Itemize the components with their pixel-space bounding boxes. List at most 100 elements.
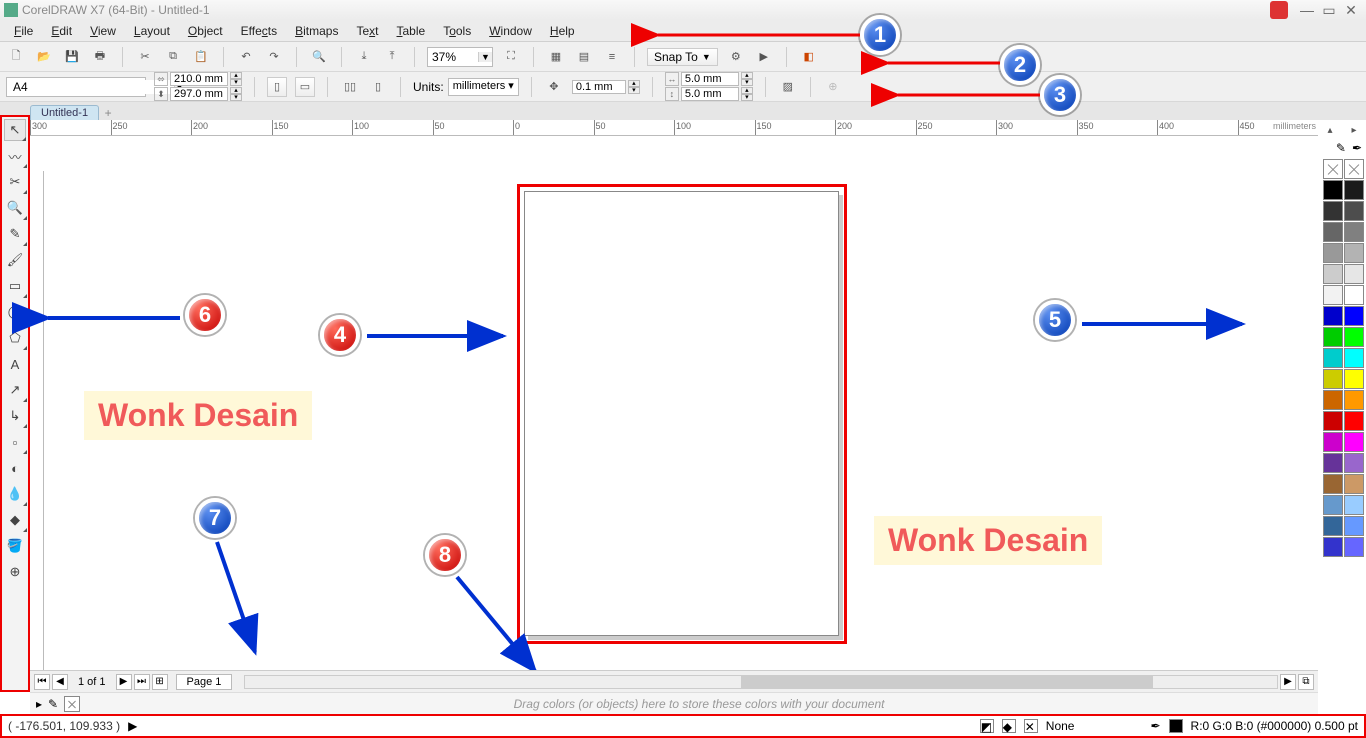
fullscreen-icon[interactable]: ⛶ xyxy=(501,47,521,67)
color-swatch[interactable] xyxy=(1323,474,1343,494)
add-document-icon[interactable]: + xyxy=(99,106,117,120)
palette-flyout-icon[interactable]: ▸ xyxy=(1342,125,1366,139)
all-pages-icon[interactable]: ▯▯ xyxy=(340,77,360,97)
color-swatch[interactable] xyxy=(1323,495,1343,515)
ellipse-tool[interactable]: ◯ xyxy=(4,301,26,323)
color-swatch[interactable] xyxy=(1344,222,1364,242)
search-icon[interactable]: 🔍 xyxy=(309,47,329,67)
color-swatch[interactable] xyxy=(1323,285,1343,305)
color-swatch[interactable] xyxy=(1323,516,1343,536)
smart-fill-tool[interactable]: 🪣 xyxy=(4,535,26,557)
color-swatch[interactable] xyxy=(1344,516,1364,536)
color-swatch[interactable] xyxy=(1344,243,1364,263)
drawing-page[interactable] xyxy=(524,191,839,636)
page-tab[interactable]: Page 1 xyxy=(176,674,233,690)
first-page-icon[interactable]: ⏮ xyxy=(34,674,50,690)
menu-window[interactable]: Window xyxy=(481,22,540,40)
outline-color-swatch[interactable] xyxy=(1169,719,1183,733)
artistic-media-tool[interactable]: 🖌 xyxy=(4,249,26,271)
text-tool[interactable]: A xyxy=(4,353,26,375)
no-color-swatch[interactable] xyxy=(1323,159,1343,179)
transparency-tool[interactable]: ◐ xyxy=(4,457,26,479)
interactive-fill-tool[interactable]: ◆ xyxy=(4,509,26,531)
pick-tool[interactable]: ↖ xyxy=(4,119,26,141)
color-swatch[interactable] xyxy=(1344,348,1364,368)
no-color-swatch-2[interactable] xyxy=(1344,159,1364,179)
fill-indicator-icon[interactable]: ◩ xyxy=(980,719,994,733)
color-swatch[interactable] xyxy=(1323,453,1343,473)
menu-layout[interactable]: Layout xyxy=(126,22,178,40)
menu-bitmaps[interactable]: Bitmaps xyxy=(287,22,346,40)
quick-customize-icon[interactable]: ⊕ xyxy=(4,561,26,583)
add-page-icon[interactable]: ⊞ xyxy=(152,674,168,690)
page-width-input[interactable] xyxy=(170,72,228,86)
next-page-icon[interactable]: ▶ xyxy=(116,674,132,690)
copy-icon[interactable]: ⧉ xyxy=(163,47,183,67)
color-swatch[interactable] xyxy=(1344,495,1364,515)
connector-tool[interactable]: ↳ xyxy=(4,405,26,427)
undo-icon[interactable]: ↶ xyxy=(236,47,256,67)
portrait-icon[interactable]: ▯ xyxy=(267,77,287,97)
options-icon[interactable]: ⚙ xyxy=(726,47,746,67)
color-swatch[interactable] xyxy=(1344,285,1364,305)
crop-tool[interactable]: ✂ xyxy=(4,171,26,193)
treat-as-filled-icon[interactable]: ▨ xyxy=(778,77,798,97)
close-button[interactable]: ✕ xyxy=(1340,2,1362,19)
color-swatch[interactable] xyxy=(1323,222,1343,242)
menu-file[interactable]: File xyxy=(6,22,41,40)
nudge-input[interactable] xyxy=(572,80,626,94)
add-page-frame-icon[interactable]: ⊕ xyxy=(823,77,843,97)
horizontal-scrollbar[interactable] xyxy=(244,675,1278,689)
color-eyedropper-tool[interactable]: 💧 xyxy=(4,483,26,505)
zoom-input[interactable] xyxy=(428,50,478,64)
guidelines-icon[interactable]: ≡ xyxy=(602,47,622,67)
color-swatch[interactable] xyxy=(1344,474,1364,494)
paste-icon[interactable]: 📋 xyxy=(191,47,211,67)
last-page-icon[interactable]: ⏭ xyxy=(134,674,150,690)
color-swatch[interactable] xyxy=(1323,411,1343,431)
rulers-icon[interactable]: ▦ xyxy=(546,47,566,67)
color-swatch[interactable] xyxy=(1344,453,1364,473)
dupx-input[interactable] xyxy=(681,72,739,86)
export-icon[interactable]: ⤒ xyxy=(382,47,402,67)
menu-effects[interactable]: Effects xyxy=(233,22,285,40)
polygon-tool[interactable]: ⬠ xyxy=(4,327,26,349)
no-fill-icon[interactable]: ✕ xyxy=(1024,719,1038,733)
document-palette[interactable]: ▸ ✎ Drag colors (or objects) here to sto… xyxy=(30,692,1318,714)
fountain-fill-icon[interactable]: ◆ xyxy=(1002,719,1016,733)
redo-icon[interactable]: ↷ xyxy=(264,47,284,67)
zoom-tool[interactable]: 🔍 xyxy=(4,197,26,219)
color-swatch[interactable] xyxy=(1323,537,1343,557)
new-icon[interactable]: 🗋 xyxy=(6,47,26,67)
menu-help[interactable]: Help xyxy=(542,22,583,40)
launch-icon[interactable]: ▶ xyxy=(754,47,774,67)
color-swatch[interactable] xyxy=(1323,201,1343,221)
shape-tool[interactable]: 〰 xyxy=(4,145,26,167)
maximize-button[interactable]: ▭ xyxy=(1318,2,1340,19)
grid-icon[interactable]: ▤ xyxy=(574,47,594,67)
docpal-no-color[interactable] xyxy=(64,696,80,712)
horizontal-ruler[interactable]: 3002502001501005005010015020025030035040… xyxy=(30,120,1318,136)
zoom-dropdown-icon[interactable]: ▼ xyxy=(478,52,492,62)
vertical-ruler[interactable] xyxy=(30,171,44,670)
menu-table[interactable]: Table xyxy=(389,22,434,40)
prev-page-icon[interactable]: ◀ xyxy=(52,674,68,690)
import-icon[interactable]: ⤓ xyxy=(354,47,374,67)
print-icon[interactable]: 🖶 xyxy=(90,47,110,67)
color-swatch[interactable] xyxy=(1344,390,1364,410)
document-tab[interactable]: Untitled-1 xyxy=(30,105,99,120)
palette-options-icon[interactable]: ⧉ xyxy=(1298,674,1314,690)
dupy-input[interactable] xyxy=(681,87,739,101)
color-swatch[interactable] xyxy=(1323,327,1343,347)
color-swatch[interactable] xyxy=(1344,201,1364,221)
page-size-select[interactable]: ▼ xyxy=(6,77,146,97)
color-swatch[interactable] xyxy=(1323,348,1343,368)
landscape-icon[interactable]: ▭ xyxy=(295,77,315,97)
rectangle-tool[interactable]: ▭ xyxy=(4,275,26,297)
page-height-input[interactable] xyxy=(170,87,228,101)
color-swatch[interactable] xyxy=(1344,537,1364,557)
menu-edit[interactable]: Edit xyxy=(43,22,80,40)
color-swatch[interactable] xyxy=(1323,180,1343,200)
docpal-flyout-icon[interactable]: ▸ xyxy=(36,697,42,711)
color-swatch[interactable] xyxy=(1323,390,1343,410)
